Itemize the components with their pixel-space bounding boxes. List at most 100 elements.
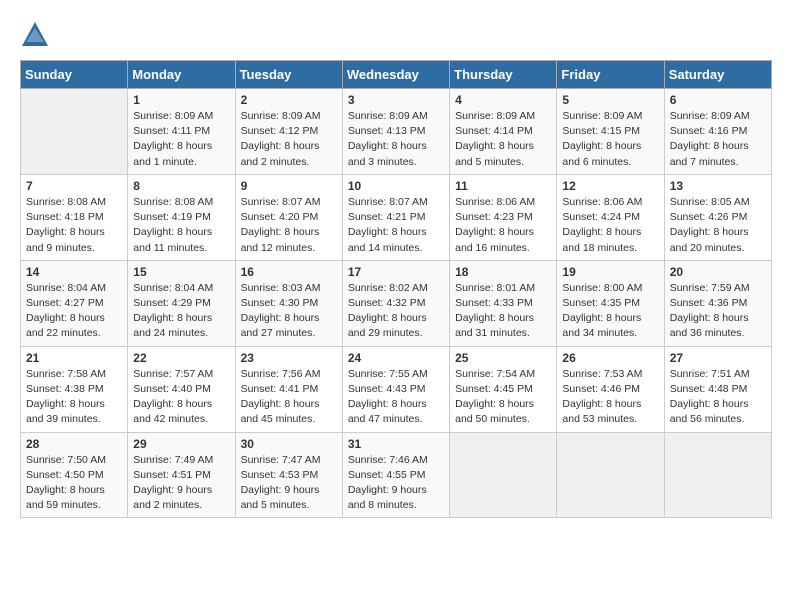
day-number: 3	[348, 93, 444, 107]
day-cell	[557, 432, 664, 518]
day-cell: 22 Sunrise: 7:57 AM Sunset: 4:40 PM Dayli…	[128, 346, 235, 432]
day-info: Sunrise: 8:04 AM Sunset: 4:27 PM Dayligh…	[26, 281, 122, 342]
header-cell-monday: Monday	[128, 61, 235, 89]
day-number: 12	[562, 179, 658, 193]
day-cell: 7Sunrise: 8:08 AM Sunset: 4:18 PM Daylig…	[21, 174, 128, 260]
header-row: SundayMondayTuesdayWednesdayThursdayFrid…	[21, 61, 772, 89]
logo-icon	[20, 20, 50, 50]
day-info: Sunrise: 7:58 AM Sunset: 4:38 PM Dayligh…	[26, 367, 122, 428]
day-info: Sunrise: 8:07 AM Sunset: 4:21 PM Dayligh…	[348, 195, 444, 256]
day-cell: 5 Sunrise: 8:09 AM Sunset: 4:15 PM Daylig…	[557, 89, 664, 175]
day-info: Sunrise: 7:57 AM Sunset: 4:40 PM Dayligh…	[133, 367, 229, 428]
day-cell: 12 Sunrise: 8:06 AM Sunset: 4:24 PM Dayli…	[557, 174, 664, 260]
day-info: Sunrise: 8:09 AM Sunset: 4:15 PM Dayligh…	[562, 109, 658, 170]
day-number: 4	[455, 93, 551, 107]
day-info: Sunrise: 8:04 AM Sunset: 4:29 PM Dayligh…	[133, 281, 229, 342]
day-info: Sunrise: 8:08 AM Sunset: 4:19 PM Dayligh…	[133, 195, 229, 256]
day-number: 13	[670, 179, 766, 193]
day-info: Sunrise: 7:55 AM Sunset: 4:43 PM Dayligh…	[348, 367, 444, 428]
day-cell: 3 Sunrise: 8:09 AM Sunset: 4:13 PM Daylig…	[342, 89, 449, 175]
day-number: 20	[670, 265, 766, 279]
day-info: Sunrise: 7:49 AM Sunset: 4:51 PM Dayligh…	[133, 453, 229, 514]
day-number: 25	[455, 351, 551, 365]
header-cell-sunday: Sunday	[21, 61, 128, 89]
day-cell: 13 Sunrise: 8:05 AM Sunset: 4:26 PM Dayli…	[664, 174, 771, 260]
header-cell-wednesday: Wednesday	[342, 61, 449, 89]
day-cell: 6 Sunrise: 8:09 AM Sunset: 4:16 PM Daylig…	[664, 89, 771, 175]
day-info: Sunrise: 7:50 AM Sunset: 4:50 PM Dayligh…	[26, 453, 122, 514]
day-info: Sunrise: 8:00 AM Sunset: 4:35 PM Dayligh…	[562, 281, 658, 342]
day-number: 7	[26, 179, 122, 193]
day-cell: 29 Sunrise: 7:49 AM Sunset: 4:51 PM Dayli…	[128, 432, 235, 518]
day-number: 28	[26, 437, 122, 451]
day-cell: 26 Sunrise: 7:53 AM Sunset: 4:46 PM Dayli…	[557, 346, 664, 432]
day-info: Sunrise: 8:02 AM Sunset: 4:32 PM Dayligh…	[348, 281, 444, 342]
day-number: 30	[241, 437, 337, 451]
day-cell: 27 Sunrise: 7:51 AM Sunset: 4:48 PM Dayli…	[664, 346, 771, 432]
day-info: Sunrise: 8:09 AM Sunset: 4:11 PM Dayligh…	[133, 109, 229, 170]
day-info: Sunrise: 8:06 AM Sunset: 4:23 PM Dayligh…	[455, 195, 551, 256]
day-cell: 24 Sunrise: 7:55 AM Sunset: 4:43 PM Dayli…	[342, 346, 449, 432]
day-number: 18	[455, 265, 551, 279]
day-cell: 15Sunrise: 8:04 AM Sunset: 4:29 PM Dayli…	[128, 260, 235, 346]
day-info: Sunrise: 8:09 AM Sunset: 4:13 PM Dayligh…	[348, 109, 444, 170]
day-number: 16	[241, 265, 337, 279]
day-number: 9	[241, 179, 337, 193]
calendar-table: SundayMondayTuesdayWednesdayThursdayFrid…	[20, 60, 772, 518]
day-info: Sunrise: 7:56 AM Sunset: 4:41 PM Dayligh…	[241, 367, 337, 428]
day-cell: 23 Sunrise: 7:56 AM Sunset: 4:41 PM Dayli…	[235, 346, 342, 432]
day-number: 8	[133, 179, 229, 193]
header-cell-friday: Friday	[557, 61, 664, 89]
day-cell: 9 Sunrise: 8:07 AM Sunset: 4:20 PM Daylig…	[235, 174, 342, 260]
day-number: 31	[348, 437, 444, 451]
day-cell: 30 Sunrise: 7:47 AM Sunset: 4:53 PM Dayli…	[235, 432, 342, 518]
day-number: 24	[348, 351, 444, 365]
day-info: Sunrise: 8:07 AM Sunset: 4:20 PM Dayligh…	[241, 195, 337, 256]
day-cell: 2 Sunrise: 8:09 AM Sunset: 4:12 PM Daylig…	[235, 89, 342, 175]
day-cell: 8 Sunrise: 8:08 AM Sunset: 4:19 PM Daylig…	[128, 174, 235, 260]
day-number: 29	[133, 437, 229, 451]
day-number: 14	[26, 265, 122, 279]
day-cell: 19 Sunrise: 8:00 AM Sunset: 4:35 PM Dayli…	[557, 260, 664, 346]
day-info: Sunrise: 7:59 AM Sunset: 4:36 PM Dayligh…	[670, 281, 766, 342]
day-cell: 16Sunrise: 8:03 AM Sunset: 4:30 PM Dayli…	[235, 260, 342, 346]
day-info: Sunrise: 7:47 AM Sunset: 4:53 PM Dayligh…	[241, 453, 337, 514]
day-number: 10	[348, 179, 444, 193]
day-cell: 28 Sunrise: 7:50 AM Sunset: 4:50 PM Dayli…	[21, 432, 128, 518]
day-cell: 31Sunrise: 7:46 AM Sunset: 4:55 PM Dayli…	[342, 432, 449, 518]
day-info: Sunrise: 8:05 AM Sunset: 4:26 PM Dayligh…	[670, 195, 766, 256]
day-number: 22	[133, 351, 229, 365]
day-number: 6	[670, 93, 766, 107]
day-info: Sunrise: 8:09 AM Sunset: 4:16 PM Dayligh…	[670, 109, 766, 170]
day-number: 11	[455, 179, 551, 193]
day-info: Sunrise: 8:09 AM Sunset: 4:14 PM Dayligh…	[455, 109, 551, 170]
day-number: 26	[562, 351, 658, 365]
day-cell	[450, 432, 557, 518]
day-number: 2	[241, 93, 337, 107]
header-cell-thursday: Thursday	[450, 61, 557, 89]
day-cell: 21 Sunrise: 7:58 AM Sunset: 4:38 PM Dayli…	[21, 346, 128, 432]
header-cell-tuesday: Tuesday	[235, 61, 342, 89]
day-number: 27	[670, 351, 766, 365]
week-row-2: 7Sunrise: 8:08 AM Sunset: 4:18 PM Daylig…	[21, 174, 772, 260]
day-cell	[21, 89, 128, 175]
day-number: 21	[26, 351, 122, 365]
day-cell: 25 Sunrise: 7:54 AM Sunset: 4:45 PM Dayli…	[450, 346, 557, 432]
day-number: 5	[562, 93, 658, 107]
day-info: Sunrise: 8:06 AM Sunset: 4:24 PM Dayligh…	[562, 195, 658, 256]
week-row-1: 1Sunrise: 8:09 AM Sunset: 4:11 PM Daylig…	[21, 89, 772, 175]
day-info: Sunrise: 7:51 AM Sunset: 4:48 PM Dayligh…	[670, 367, 766, 428]
day-number: 23	[241, 351, 337, 365]
day-cell: 17Sunrise: 8:02 AM Sunset: 4:32 PM Dayli…	[342, 260, 449, 346]
day-cell	[664, 432, 771, 518]
day-cell: 11 Sunrise: 8:06 AM Sunset: 4:23 PM Dayli…	[450, 174, 557, 260]
day-info: Sunrise: 8:01 AM Sunset: 4:33 PM Dayligh…	[455, 281, 551, 342]
week-row-4: 21 Sunrise: 7:58 AM Sunset: 4:38 PM Dayli…	[21, 346, 772, 432]
day-number: 19	[562, 265, 658, 279]
day-cell: 1Sunrise: 8:09 AM Sunset: 4:11 PM Daylig…	[128, 89, 235, 175]
day-info: Sunrise: 8:09 AM Sunset: 4:12 PM Dayligh…	[241, 109, 337, 170]
day-info: Sunrise: 7:53 AM Sunset: 4:46 PM Dayligh…	[562, 367, 658, 428]
day-cell: 18 Sunrise: 8:01 AM Sunset: 4:33 PM Dayli…	[450, 260, 557, 346]
day-info: Sunrise: 7:54 AM Sunset: 4:45 PM Dayligh…	[455, 367, 551, 428]
day-cell: 14 Sunrise: 8:04 AM Sunset: 4:27 PM Dayli…	[21, 260, 128, 346]
